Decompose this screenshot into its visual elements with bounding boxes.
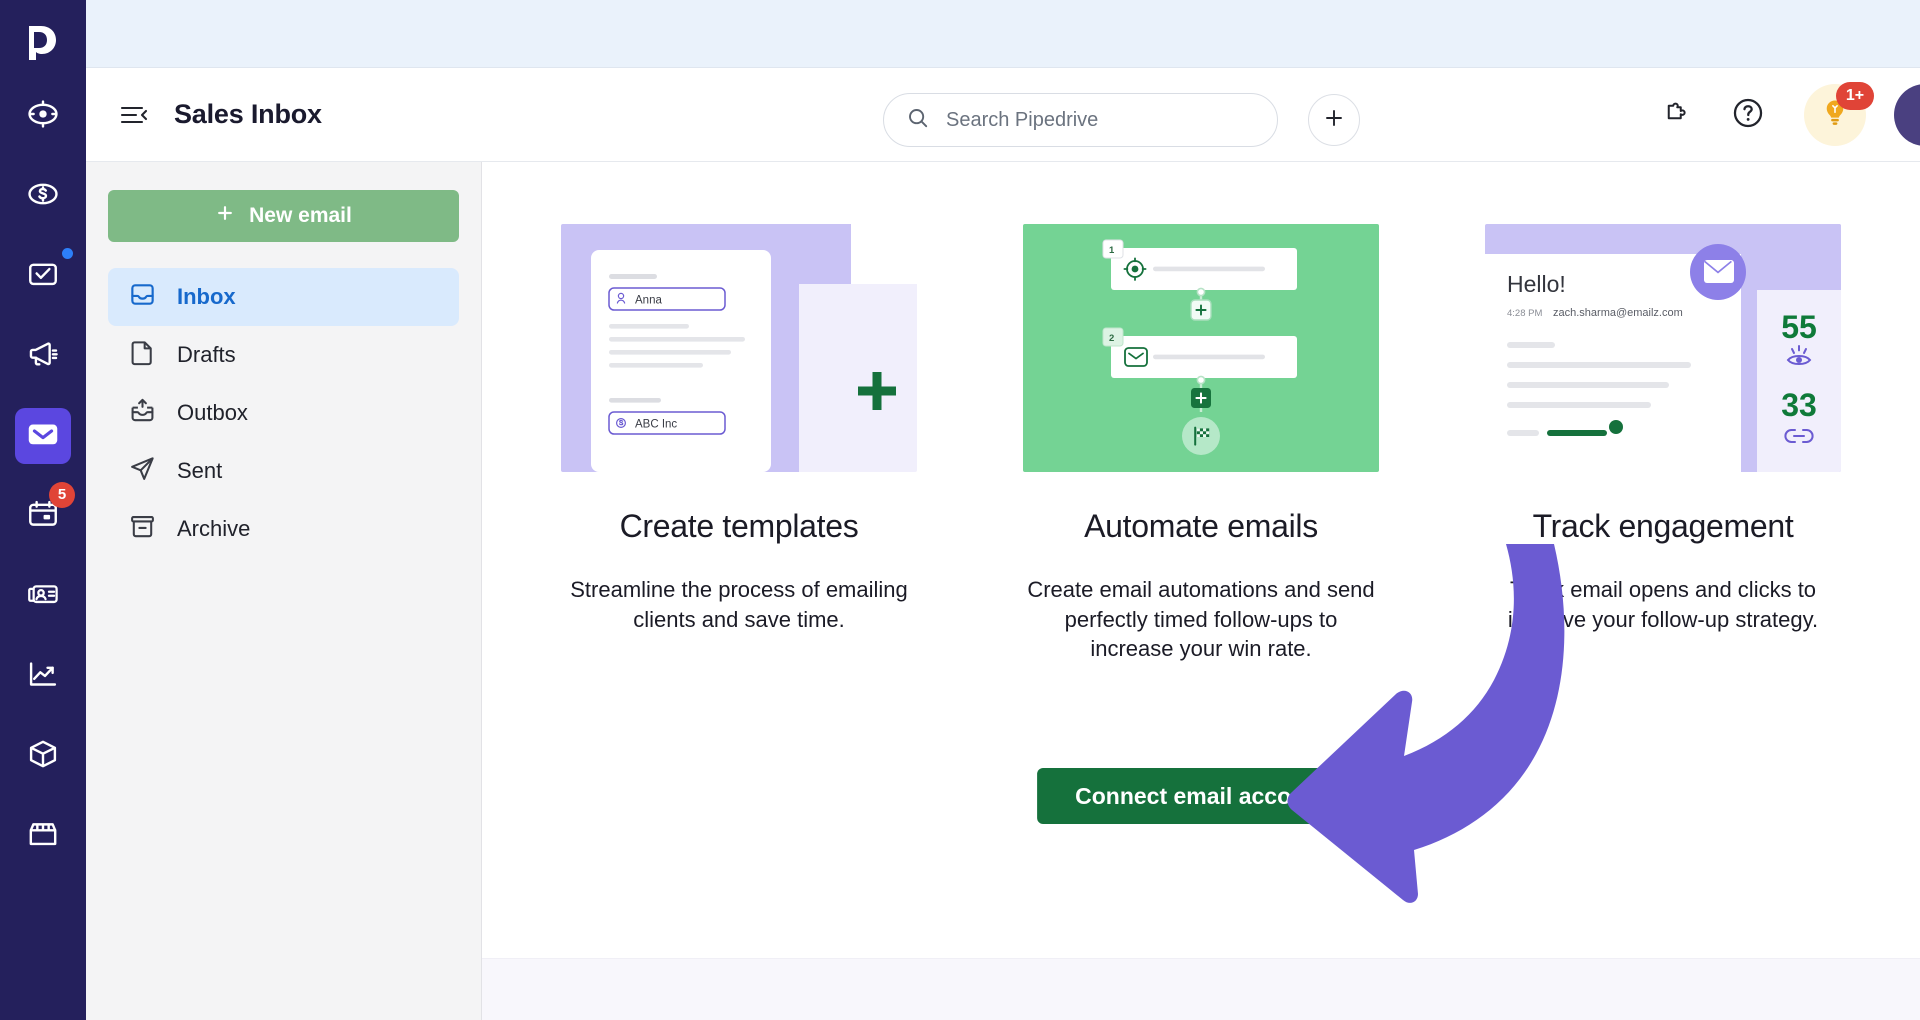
track-engagement-illustration: Hello! 4:28 PM zach.sharma@emailz.com 55… — [1485, 224, 1841, 472]
feature-cards: Anna ABC Inc Create templates Streamline… — [546, 224, 1856, 664]
rail-item-calendar[interactable]: 5 — [15, 482, 75, 544]
paper-plane-icon — [128, 454, 157, 488]
dollar-circle-icon — [26, 177, 60, 216]
add-button[interactable] — [1308, 94, 1360, 146]
automate-emails-illustration: 1 2 — [1023, 224, 1379, 472]
storefront-icon — [26, 817, 60, 856]
feature-card-track-engagement: Hello! 4:28 PM zach.sharma@emailz.com 55… — [1470, 224, 1856, 664]
puzzle-piece-icon — [1661, 98, 1691, 133]
checkbox-calendar-icon — [26, 257, 60, 296]
svg-text:55: 55 — [1781, 309, 1817, 345]
top-banner-strip — [86, 0, 1920, 68]
rail-item-marketplace[interactable] — [15, 808, 71, 864]
body-region: New email Inbox Drafts Outbox Sent Archi… — [86, 162, 1920, 1020]
app-right-region: Sales Inbox Search Pipedrive 1+ New emai… — [86, 0, 1920, 1020]
create-templates-illustration: Anna ABC Inc — [561, 224, 917, 472]
sidebar-item-drafts[interactable]: Drafts — [108, 326, 459, 384]
sidebar-item-label: Outbox — [177, 400, 248, 425]
svg-text:zach.sharma@emailz.com: zach.sharma@emailz.com — [1553, 307, 1683, 319]
app-root: 5 Sales Inbox Search Pipedrive 1+ New em… — [0, 0, 1920, 1020]
sidebar-item-sent[interactable]: Sent — [108, 442, 459, 500]
feature-card-title: Automate emails — [1084, 508, 1318, 544]
rail-item-deals[interactable] — [15, 168, 71, 224]
plus-icon — [1322, 106, 1346, 135]
hamburger-collapse-icon[interactable] — [112, 93, 156, 137]
feature-card-automate-emails: 1 2 Automate emails Create email automat… — [1008, 224, 1394, 664]
rail-item-insights[interactable] — [15, 648, 71, 704]
feature-card-description: Create email automations and send perfec… — [1027, 577, 1375, 662]
empty-state-panel: Anna ABC Inc Create templates Streamline… — [482, 162, 1920, 958]
trending-up-icon — [26, 657, 60, 696]
sidebar-item-label: Drafts — [177, 342, 236, 367]
search-box[interactable] — [883, 93, 1278, 147]
sidebar-item-inbox[interactable]: Inbox — [108, 268, 459, 326]
svg-text:33: 33 — [1781, 387, 1817, 423]
sidebar-item-outbox[interactable]: Outbox — [108, 384, 459, 442]
contact-card-icon — [26, 577, 60, 616]
new-email-label: New email — [249, 204, 352, 227]
user-avatar[interactable] — [1894, 84, 1920, 146]
apps-button[interactable] — [1654, 93, 1698, 137]
rail-item-mail[interactable] — [15, 408, 71, 464]
rail-item-campaigns[interactable] — [15, 328, 71, 384]
rail-item-products[interactable] — [15, 728, 71, 784]
feature-card-description: Streamline the process of emailing clien… — [570, 577, 908, 632]
connect-email-account-button[interactable]: Connect email account — [1037, 768, 1365, 824]
sidebar-item-label: Archive — [177, 516, 251, 541]
inbox-tray-icon — [128, 280, 157, 314]
footer-band — [482, 958, 1920, 1020]
feature-card-title: Track engagement — [1532, 508, 1794, 544]
rail-item-contacts[interactable] — [15, 568, 71, 624]
help-button[interactable] — [1726, 93, 1770, 137]
pipedrive-logo-icon[interactable] — [15, 14, 71, 70]
folder-list: Inbox Drafts Outbox Sent Archive — [108, 268, 459, 558]
tips-badge: 1+ — [1836, 82, 1874, 110]
mail-sidebar: New email Inbox Drafts Outbox Sent Archi… — [86, 162, 482, 1020]
search-icon — [906, 106, 930, 135]
plus-icon — [215, 203, 235, 229]
new-email-button[interactable]: New email — [108, 190, 459, 242]
megaphone-icon — [26, 337, 60, 376]
sidebar-item-label: Inbox — [177, 284, 236, 309]
primary-nav-rail: 5 — [0, 0, 86, 1020]
svg-text:Anna: Anna — [635, 295, 662, 307]
feature-card-description: Track email opens and clicks to improve … — [1507, 577, 1819, 632]
rail-item-activities[interactable] — [15, 248, 73, 304]
sidebar-item-archive[interactable]: Archive — [108, 500, 459, 558]
target-icon — [26, 97, 60, 136]
svg-text:1: 1 — [1109, 245, 1115, 256]
rail-item-leads-inbox[interactable] — [15, 88, 71, 144]
page-title: Sales Inbox — [174, 99, 322, 129]
activities-notification-dot — [62, 248, 73, 259]
feature-card-create-templates: Anna ABC Inc Create templates Streamline… — [546, 224, 932, 664]
feature-card-title: Create templates — [619, 508, 859, 544]
search-input[interactable] — [946, 108, 1226, 132]
svg-text:4:28 PM: 4:28 PM — [1507, 308, 1542, 319]
document-icon — [128, 338, 157, 372]
top-bar: Sales Inbox Search Pipedrive 1+ — [86, 68, 1920, 162]
outbox-tray-icon — [128, 396, 157, 430]
tips-button[interactable]: 1+ — [1804, 82, 1874, 146]
svg-text:2: 2 — [1109, 333, 1114, 344]
main-content: Anna ABC Inc Create templates Streamline… — [482, 162, 1920, 1020]
question-circle-icon — [1731, 96, 1765, 135]
svg-text:Hello!: Hello! — [1507, 271, 1566, 297]
box-icon — [26, 737, 60, 776]
topbar-actions: 1+ — [1654, 68, 1920, 162]
calendar-badge: 5 — [49, 482, 75, 508]
sidebar-item-label: Sent — [177, 458, 223, 483]
global-search[interactable] — [883, 93, 1278, 147]
envelope-icon — [24, 415, 62, 458]
svg-text:ABC Inc: ABC Inc — [635, 419, 677, 431]
archive-box-icon — [128, 512, 157, 546]
